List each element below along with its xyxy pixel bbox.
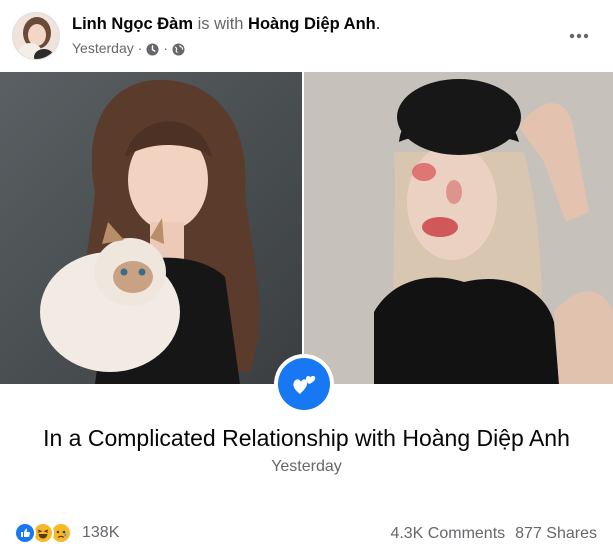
photo-grid <box>0 72 613 384</box>
relationship-badge <box>274 354 334 414</box>
post-header: Linh Ngọc Đàm is with Hoàng Diệp Anh. Ye… <box>0 0 613 72</box>
more-icon <box>569 33 589 39</box>
shares-count[interactable]: 877 Shares <box>515 525 597 543</box>
like-icon <box>14 522 36 544</box>
tagged-name[interactable]: Hoàng Diệp Anh <box>248 15 376 33</box>
post-meta: Yesterday · · <box>72 39 185 57</box>
separator-dot: · <box>163 40 169 56</box>
separator-dot: · <box>137 40 143 56</box>
post-stats: 4.3K Comments 877 Shares <box>390 525 597 543</box>
comments-count[interactable]: 4.3K Comments <box>390 525 505 543</box>
clock-icon <box>146 42 159 55</box>
post-card: Linh Ngọc Đàm is with Hoàng Diệp Anh. Ye… <box>0 0 613 560</box>
period: . <box>375 15 381 33</box>
photo-left[interactable] <box>0 72 302 384</box>
more-options-button[interactable] <box>567 24 591 48</box>
globe-icon[interactable] <box>172 42 185 55</box>
with-text: is with <box>197 15 244 33</box>
photo-right[interactable] <box>304 72 613 384</box>
author-name[interactable]: Linh Ngọc Đàm <box>72 15 193 33</box>
author-line: Linh Ngọc Đàm is with Hoàng Diệp Anh. <box>72 14 380 34</box>
post-footer: 138K 4.3K Comments 877 Shares <box>0 518 613 554</box>
broken-hearts-icon <box>278 358 330 410</box>
reaction-count: 138K <box>82 524 120 541</box>
event-title: In a Complicated Relationship with Hoàng… <box>43 425 570 451</box>
avatar[interactable] <box>12 12 60 60</box>
reactions-summary[interactable]: 138K <box>14 522 119 544</box>
event-date: Yesterday <box>271 458 342 475</box>
post-time[interactable]: Yesterday <box>72 39 134 57</box>
